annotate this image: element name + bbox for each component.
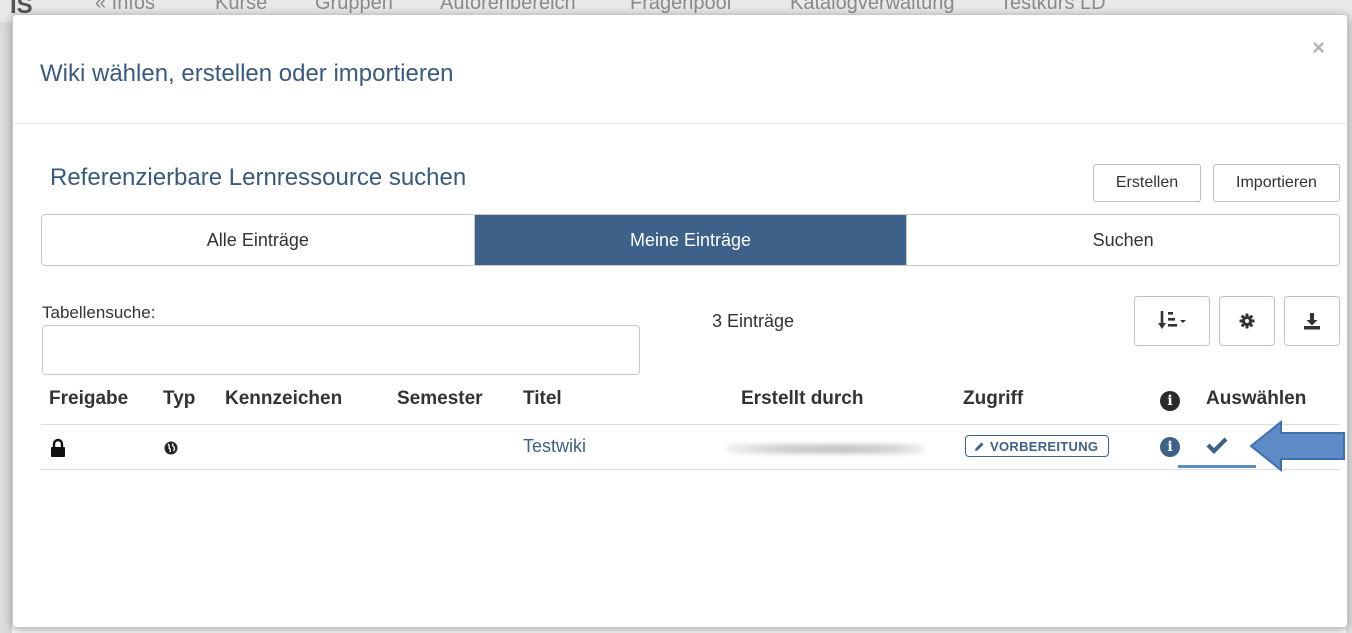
background-nav-item: Katalogverwaltung [790, 0, 955, 14]
column-header-access[interactable]: Zugriff [963, 388, 1023, 410]
column-header-release[interactable]: Freigabe [49, 388, 128, 410]
column-header-select: Auswählen [1206, 388, 1307, 409]
dialog-title: Wiki wählen, erstellen oder importieren [40, 60, 454, 87]
info-icon: i [1160, 389, 1180, 411]
row-info-icon[interactable]: i [1160, 437, 1180, 457]
table-search-label: Tabellensuche: [42, 303, 156, 322]
download-button[interactable] [1284, 296, 1340, 346]
background-nav-item: Gruppen [315, 0, 393, 14]
background-page-edge [0, 22, 12, 633]
import-button[interactable]: Importieren [1213, 164, 1340, 202]
column-header-title[interactable]: Titel [523, 388, 562, 410]
background-nav-item: Autorenbereich [440, 0, 576, 14]
close-icon[interactable]: × [1312, 35, 1325, 61]
gear-icon [1239, 313, 1255, 329]
sort-button[interactable] [1134, 296, 1210, 346]
access-status-badge: VORBEREITUNG [965, 435, 1110, 457]
access-status-label: VORBEREITUNG [990, 438, 1099, 454]
create-button[interactable]: Erstellen [1093, 164, 1201, 202]
table-divider [41, 424, 1340, 425]
background-nav-item: « Infos [95, 0, 156, 14]
tab-my-entries[interactable]: Meine Einträge [473, 215, 907, 265]
globe-icon [164, 441, 178, 455]
lock-icon [51, 438, 65, 457]
sort-icon [1158, 311, 1186, 329]
redacted-author [726, 444, 924, 454]
background-nav-item: Fragenpool [630, 0, 732, 14]
table-row: Testwiki VORBEREITUNG i [0, 428, 1352, 468]
download-icon [1304, 313, 1320, 330]
settings-button[interactable] [1219, 296, 1275, 346]
pencil-icon [975, 442, 984, 451]
annotation-arrow-icon [1249, 419, 1345, 473]
background-nav-item: Kurse [215, 0, 268, 14]
entry-count: 3 Einträge [712, 311, 795, 331]
table-header: Freigabe Typ Kennzeichen Semester Titel … [0, 388, 1352, 416]
column-header-created-by[interactable]: Erstellt durch [741, 388, 863, 410]
background-nav-item: Testkurs LD [1000, 0, 1106, 14]
dialog-header: Wiki wählen, erstellen oder importieren … [13, 15, 1347, 124]
tab-bar: Alle Einträge Meine Einträge Suchen [41, 214, 1340, 266]
column-header-semester[interactable]: Semester [397, 388, 483, 410]
row-title-link[interactable]: Testwiki [523, 436, 586, 457]
column-header-identifier[interactable]: Kennzeichen [225, 388, 342, 410]
tab-search[interactable]: Suchen [906, 215, 1339, 265]
column-header-type[interactable]: Typ [163, 388, 195, 410]
tab-all-entries[interactable]: Alle Einträge [42, 215, 474, 265]
table-divider [41, 469, 1340, 470]
table-search-input[interactable] [42, 325, 640, 375]
check-icon [1206, 437, 1228, 454]
select-entry-button[interactable] [1178, 432, 1256, 468]
section-title: Referenzierbare Lernressource suchen [50, 164, 467, 191]
